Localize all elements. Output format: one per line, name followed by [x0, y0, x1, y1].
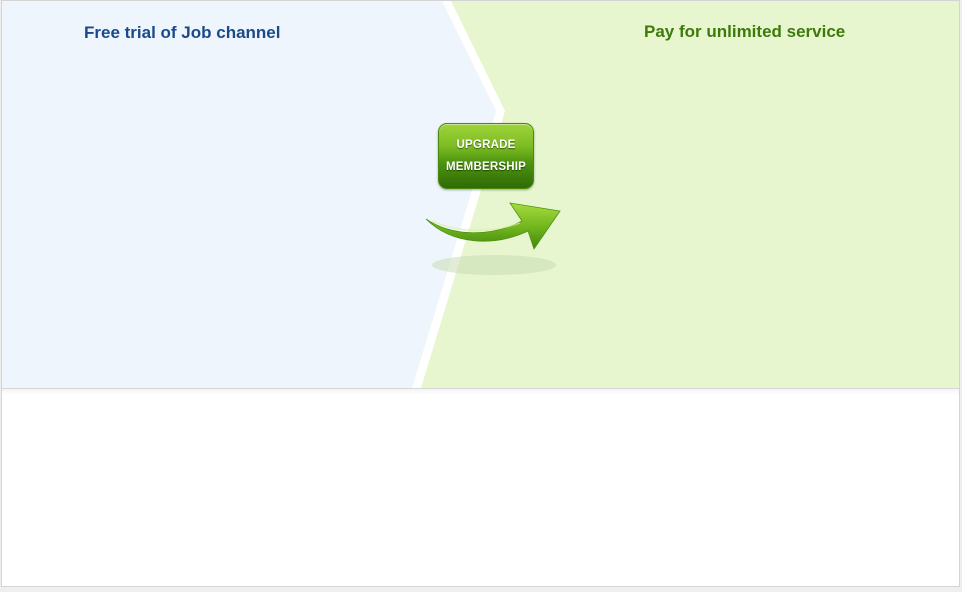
upgrade-membership-button[interactable]: UPGRADE MEMBERSHIP [438, 123, 534, 189]
content-area [2, 389, 959, 586]
free-trial-title: Free trial of Job channel [84, 23, 281, 42]
membership-comparison: Free trial of Job channel Pay for unlimi… [2, 1, 959, 389]
upgrade-button-label-line1: UPGRADE [456, 139, 516, 151]
paid-service-title: Pay for unlimited service [644, 22, 846, 41]
membership-frame: Free trial of Job channel Pay for unlimi… [1, 0, 960, 587]
arrow-shadow [432, 255, 556, 275]
right-arrow-icon [425, 202, 561, 250]
upgrade-button-label-line2: MEMBERSHIP [446, 161, 526, 173]
free-panel-bg [2, 1, 496, 388]
comparison-background [2, 1, 959, 388]
